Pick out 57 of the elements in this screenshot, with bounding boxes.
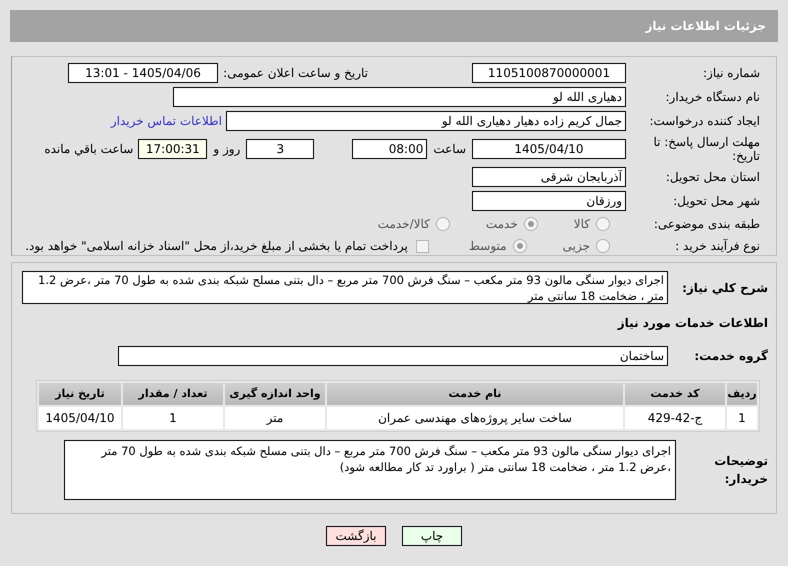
- field-label: شماره نیاز:: [702, 65, 760, 82]
- table-cell: 1405/04/10: [39, 407, 121, 429]
- field-label: شهر محل تحویل:: [672, 193, 760, 210]
- radio-label: خدمت: [486, 216, 518, 233]
- buyer-notes-textarea[interactable]: اجرای دیوار سنگی مالون 93 متر مکعب – سنگ فرش 700 متر مربع – دال بتنی مسلح شبکه بندی شده به طول 70 متر ،عرض 1.2 متر ، ضخامت 18 سانتی متر ( براورد تد کار مطالعه شود): [64, 440, 676, 500]
- buyer-org-field: دهیاری الله لو: [173, 87, 626, 107]
- field-label: استان محل تحویل:: [664, 169, 760, 186]
- radio-button[interactable]: [524, 217, 538, 231]
- field-label: ساعت باقي مانده: [44, 141, 134, 158]
- service-group-field: ساختمان: [118, 346, 668, 366]
- field-label: شرح کلي نیاز:: [681, 280, 768, 297]
- field-label: نوع فرآیند خرید :: [674, 238, 760, 255]
- back-button[interactable]: بازگشت: [326, 526, 386, 546]
- column-header: واحد اندازه گیری: [225, 383, 325, 405]
- announce-date-field: 1405/04/06 - 13:01: [68, 63, 218, 83]
- deadline-date-field: 1405/04/10: [472, 139, 626, 159]
- table-cell: ساخت سایر پروژه‌های مهندسی عمران: [327, 407, 623, 429]
- table-cell: متر: [225, 407, 325, 429]
- need-number-field: 1105100870000001: [472, 63, 626, 83]
- table-cell: 1: [123, 407, 223, 429]
- days-field: 3: [246, 139, 314, 159]
- radio-label: کالا/خدمت: [378, 216, 430, 233]
- requester-field: جمال کریم زاده دهیار دهیاری الله لو: [226, 111, 626, 131]
- column-header: نام خدمت: [327, 383, 623, 405]
- field-label: طبقه بندی موضوعی:: [652, 216, 760, 233]
- checkbox-label: پرداخت تمام یا بخشی از مبلغ خرید،از محل "اسناد خزانه اسلامی" خواهد بود.: [25, 238, 408, 255]
- city-field: ورزقان: [472, 191, 626, 211]
- field-label: ایجاد کننده درخواست:: [648, 113, 760, 130]
- table-cell: 1: [727, 407, 757, 429]
- radio-button[interactable]: [512, 239, 527, 253]
- print-button[interactable]: چاپ: [402, 526, 462, 546]
- checkbox[interactable]: [416, 240, 429, 252]
- column-header: ردیف: [727, 383, 757, 405]
- radio-button[interactable]: [596, 217, 610, 231]
- column-header: کد خدمت: [625, 383, 725, 405]
- section-heading: اطلاعات خدمات مورد نیاز: [616, 315, 768, 332]
- remaining-time-field: 17:00:31: [138, 139, 208, 159]
- field-label: نام دستگاه خریدار:: [664, 89, 760, 106]
- radio-button[interactable]: [596, 239, 610, 253]
- field-label: مهلت ارسال پاسخ: تا تاریخ:: [652, 135, 760, 163]
- radio-label: متوسط: [468, 238, 507, 255]
- buyer-contact-link[interactable]: اطلاعات تماس خریدار: [110, 112, 222, 130]
- summary-textarea[interactable]: اجرای دیوار سنگی مالون 93 متر مکعب – سنگ فرش 700 متر مربع – دال بتنی مسلح شبکه بندی شده به طول 70 متر ،عرض 1.2 متر ، ضخامت 18 سانتی متر: [22, 271, 668, 304]
- radio-label: جزیی: [562, 238, 590, 255]
- field-label: ساعت: [433, 141, 466, 158]
- column-header: تعداد / مقدار: [123, 383, 223, 405]
- column-header: تاریخ نیاز: [39, 383, 121, 405]
- radio-button[interactable]: [436, 217, 450, 231]
- field-label: روز و: [213, 141, 240, 158]
- table-cell: ج-42-429: [625, 407, 725, 429]
- field-label: توضیحات خریدار:: [713, 453, 768, 488]
- field-label: تاریخ و ساعت اعلان عمومی:: [222, 65, 368, 82]
- deadline-time-field: 08:00: [352, 139, 428, 159]
- page-title: جزئیات اطلاعات نیاز: [645, 18, 766, 35]
- province-field: آذربایجان شرقی: [472, 167, 626, 187]
- radio-label: کالا: [574, 216, 590, 233]
- field-label: گروه خدمت:: [693, 348, 768, 365]
